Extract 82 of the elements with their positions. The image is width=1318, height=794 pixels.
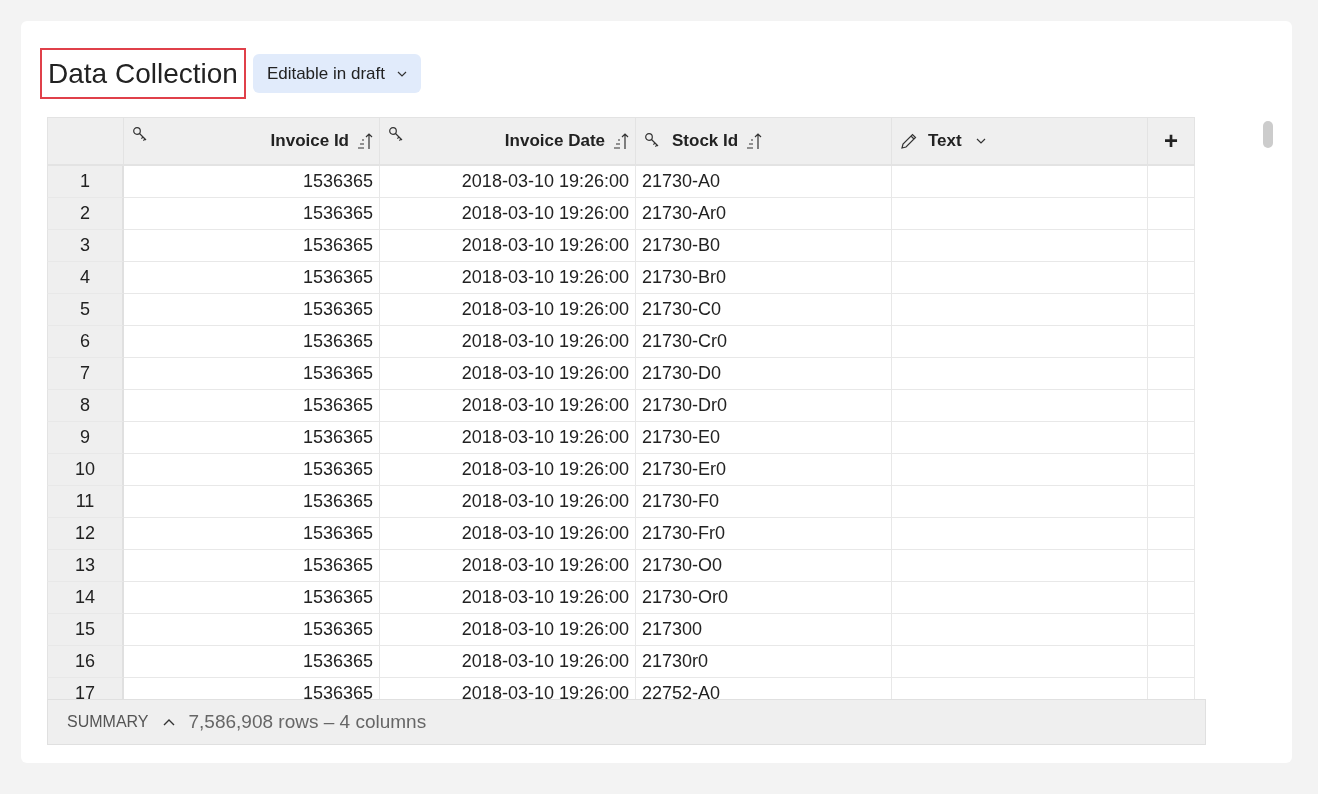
table-cell: 2018-03-10 19:26:00 [380,422,636,454]
row-number: 6 [47,326,124,358]
table-cell: 21730-Cr0 [636,326,892,358]
table-cell: 217300 [636,614,892,646]
row-number: 1 [47,166,124,198]
table-cell: 1536365 [124,262,380,294]
row-number: 10 [47,454,124,486]
table-cell: 1536365 [124,486,380,518]
column-label: Invoice Id [270,131,349,151]
mode-dropdown[interactable]: Editable in draft [252,54,421,93]
table-cell: 1536365 [124,198,380,230]
table-cell: 2018-03-10 19:26:00 [380,166,636,198]
pencil-icon [900,132,918,150]
column-label: Invoice Date [504,131,605,151]
table-cell: 21730-O0 [636,550,892,582]
table-cell: 1536365 [124,454,380,486]
summary-toggle[interactable]: SUMMARY [67,713,175,731]
table-cell: 2018-03-10 19:26:00 [380,550,636,582]
table-cell: 21730-Dr0 [636,390,892,422]
table-cell: 21730-B0 [636,230,892,262]
table-cell: 1536365 [124,326,380,358]
row-number: 9 [47,422,124,454]
table-cell: 21730r0 [636,646,892,678]
table-cell: 2018-03-10 19:26:00 [380,518,636,550]
table-cell: 2018-03-10 19:26:00 [380,326,636,358]
table-cell: 2018-03-10 19:26:00 [380,454,636,486]
table-cell: 21730-Ar0 [636,198,892,230]
row-number: 17 [47,678,124,699]
row-number: 12 [47,518,124,550]
table-cell: 21730-Er0 [636,454,892,486]
table-cell: 21730-F0 [636,486,892,518]
table-cell: 2018-03-10 19:26:00 [380,486,636,518]
table-cell: 2018-03-10 19:26:00 [380,646,636,678]
table-cell: 2018-03-10 19:26:00 [380,198,636,230]
row-column-count: 7,586,908 rows – 4 columns [188,711,427,733]
chevron-down-icon [975,138,986,144]
column-header[interactable]: Text [892,118,1148,164]
column-label: Text [928,131,962,151]
row-number: 13 [47,550,124,582]
table-cell: 2018-03-10 19:26:00 [380,262,636,294]
row-number: 11 [47,486,124,518]
table-cell: 21730-D0 [636,358,892,390]
chevron-down-icon [397,70,407,77]
table-cell: 2018-03-10 19:26:00 [380,358,636,390]
row-number: 4 [47,262,124,294]
table-cell: 21730-A0 [636,166,892,198]
row-number: 14 [47,582,124,614]
column-header[interactable]: Invoice Date [380,118,636,164]
row-number: 8 [47,390,124,422]
column-label: Stock Id [672,131,739,151]
table-cell: 2018-03-10 19:26:00 [380,614,636,646]
table-cell: 1536365 [124,550,380,582]
row-number: 16 [47,646,124,678]
table-cell: 1536365 [124,646,380,678]
table-cell: 2018-03-10 19:26:00 [380,294,636,326]
column-header[interactable]: Invoice Id [124,118,380,164]
table-cell: 1536365 [124,166,380,198]
table-cell: 2018-03-10 19:26:00 [380,230,636,262]
add-column-button[interactable]: + [1148,118,1195,164]
table-cell: 21730-C0 [636,294,892,326]
table-cell: 1536365 [124,582,380,614]
scrollbar-thumb[interactable] [1263,121,1273,148]
table-cell: 21730-E0 [636,422,892,454]
row-number: 2 [47,198,124,230]
table-cell: 21730-Or0 [636,582,892,614]
table-cell: 1536365 [124,390,380,422]
table-cell: 21730-Fr0 [636,518,892,550]
row-number: 7 [47,358,124,390]
row-number: 5 [47,294,124,326]
table-cell: 1536365 [124,358,380,390]
table-cell: 1536365 [124,230,380,262]
table-cell: 1536365 [124,422,380,454]
table-cell: 1536365 [124,294,380,326]
row-number: 3 [47,230,124,262]
column-header[interactable]: Stock Id [636,118,892,164]
table-cell: 1536365 [124,518,380,550]
row-number: 15 [47,614,124,646]
table-cell: 21730-Br0 [636,262,892,294]
table-title[interactable]: Data Collection [40,48,246,99]
table-cell: 1536365 [124,614,380,646]
table-cell: 2018-03-10 19:26:00 [380,582,636,614]
table-cell: 2018-03-10 19:26:00 [380,390,636,422]
